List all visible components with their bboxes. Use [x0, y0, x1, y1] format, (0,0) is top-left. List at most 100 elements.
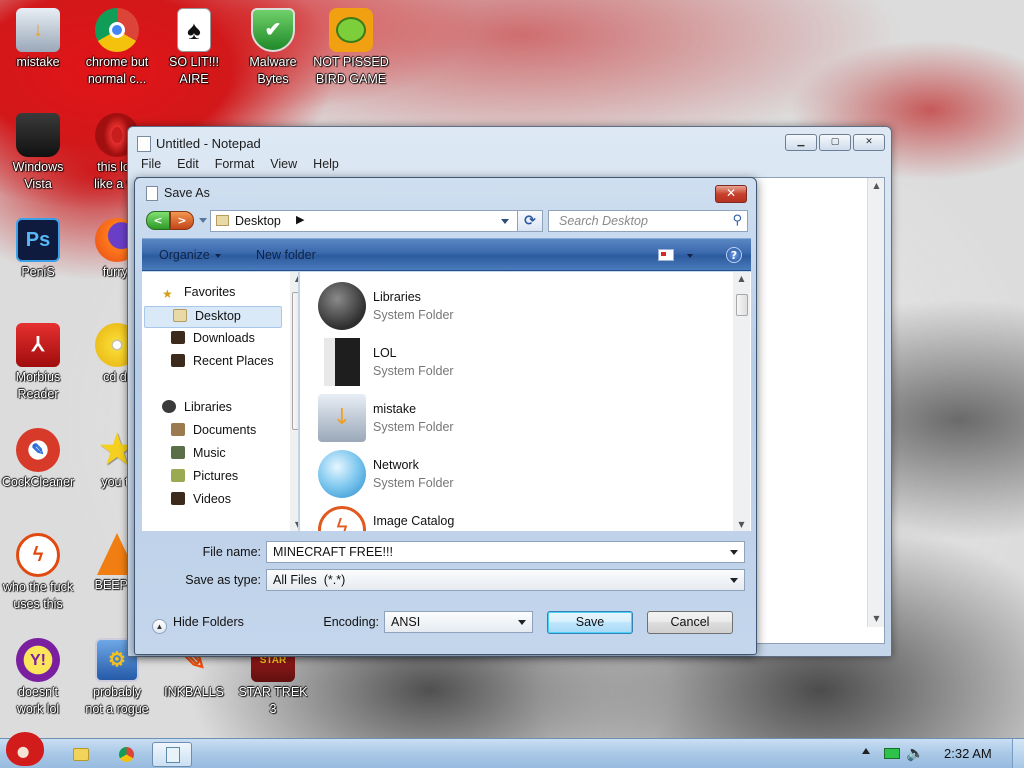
cancel-button[interactable]: Cancel — [647, 611, 733, 634]
desktop-icon-label: SO LIT!!! — [168, 55, 219, 69]
refresh-button[interactable]: ⟳ — [517, 210, 543, 232]
nav-item-videos[interactable]: Videos — [171, 492, 231, 512]
help-icon[interactable]: ? — [726, 247, 742, 263]
dialog-title: Save As — [164, 186, 210, 200]
desktop-icon-windows-vista[interactable]: Windows Vista — [0, 113, 79, 193]
show-desktop-button[interactable] — [1012, 739, 1024, 768]
nav-item-desktop[interactable]: Desktop — [144, 306, 282, 328]
menu-view[interactable]: View — [262, 157, 305, 171]
recent-locations-chevron-icon[interactable] — [199, 218, 207, 223]
desktop-icon-so-lit[interactable]: ♠ SO LIT!!! AIRE — [153, 8, 235, 88]
taskbar-explorer-button[interactable] — [60, 742, 100, 767]
desktop-icon-doesnt-work[interactable]: Y! doesn't work lol — [0, 638, 79, 718]
desktop-icon-cockcleaner[interactable]: ✎ CockCleaner — [0, 428, 79, 491]
new-folder-button[interactable]: New folder — [256, 248, 316, 262]
desktop-icon-who-uses-this[interactable]: ϟ who the fuck uses this — [0, 533, 79, 613]
save-as-type-select[interactable]: All Files (*.*) — [266, 569, 745, 591]
file-name-input[interactable]: MINECRAFT FREE!!! — [266, 541, 745, 563]
notepad-icon — [137, 136, 151, 152]
nav-libraries[interactable]: Libraries — [162, 400, 232, 420]
breadcrumb-arrow-icon[interactable]: ▶ — [296, 213, 304, 226]
nav-item-downloads[interactable]: Downloads — [171, 331, 255, 351]
chevron-down-icon[interactable] — [730, 578, 738, 583]
network-globe-icon — [318, 450, 366, 498]
scroll-down-arrow-icon[interactable]: ▼ — [290, 520, 298, 529]
lightning-bolt-icon: ϟ — [16, 533, 60, 577]
scroll-up-arrow-icon[interactable]: ▲ — [290, 274, 298, 283]
start-button[interactable] — [2, 730, 48, 768]
forward-button[interactable]: > — [170, 211, 194, 230]
dialog-close-button[interactable]: ✕ — [715, 185, 747, 203]
navigation-pane-scrollbar[interactable]: ▲ ▼ — [290, 272, 298, 531]
playing-cards-icon: ♠ — [177, 8, 211, 52]
volume-icon[interactable]: 🔈 — [906, 744, 925, 762]
file-item-libraries[interactable]: Libraries System Folder — [318, 282, 718, 336]
close-button[interactable]: ✕ — [853, 134, 885, 151]
nav-item-pictures[interactable]: Pictures — [171, 469, 238, 489]
chevron-down-icon[interactable] — [730, 550, 738, 555]
nav-favorites[interactable]: ★ Favorites — [162, 285, 235, 305]
desktop-icon-morbius-reader[interactable]: ⅄ Morbius Reader — [0, 323, 79, 403]
desktop-icon-chrome[interactable]: chrome but normal c... — [76, 8, 158, 88]
menu-format[interactable]: Format — [207, 157, 263, 171]
minimize-button[interactable]: ▁ — [785, 134, 817, 151]
clock[interactable]: 2:32 AM — [944, 746, 992, 761]
desktop-icon-label: who the fuck — [2, 580, 74, 594]
scroll-up-arrow-icon[interactable]: ▲ — [868, 178, 885, 194]
chevron-down-icon[interactable] — [518, 620, 526, 625]
search-box[interactable]: Search Desktop ⚲ — [548, 210, 748, 232]
file-item-lol[interactable]: LOL System Folder — [318, 338, 718, 392]
image-catalog-icon: ϟ — [318, 506, 366, 531]
search-icon[interactable]: ⚲ — [732, 213, 742, 228]
computer-icon: ↓ — [16, 8, 60, 52]
desktop-icon-label: doesn't — [18, 685, 58, 699]
downloads-folder-icon — [171, 331, 185, 344]
menu-help[interactable]: Help — [305, 157, 347, 171]
change-view-icon[interactable] — [658, 249, 674, 261]
taskbar-notepad-button[interactable] — [152, 742, 192, 767]
file-name-value: MINECRAFT FREE!!! — [273, 545, 393, 559]
save-button[interactable]: Save — [547, 611, 633, 634]
menu-edit[interactable]: Edit — [169, 157, 207, 171]
desktop-icon-malware-bytes[interactable]: ✔ Malware Bytes — [232, 8, 314, 88]
file-item-image-catalog[interactable]: ϟ Image Catalog — [318, 506, 718, 531]
desktop-icon-label: BIRD GAME — [315, 72, 387, 86]
desktop-icon-penis[interactable]: Ps PeniS — [0, 218, 79, 281]
file-item-mistake[interactable]: ↓ mistake System Folder — [318, 394, 718, 448]
scrollbar-thumb[interactable] — [292, 292, 298, 430]
chevron-up-icon: ▲ — [152, 619, 167, 634]
address-bar[interactable]: Desktop ▶ — [210, 210, 543, 232]
file-list-scrollbar[interactable]: ▲ ▼ — [733, 272, 750, 531]
back-button[interactable]: < — [146, 211, 170, 230]
yahoo-messenger-icon: Y! — [16, 638, 60, 682]
desktop-icon-not-pissed-bird[interactable]: NOT PISSED BIRD GAME — [310, 8, 392, 88]
window-controls: ▁ ▢ ✕ — [785, 134, 885, 151]
show-hidden-icons-chevron-icon[interactable] — [862, 748, 870, 754]
address-location[interactable]: Desktop — [235, 214, 281, 228]
view-options-chevron-icon[interactable] — [687, 254, 693, 258]
scrollbar-thumb[interactable] — [736, 294, 748, 316]
taskbar-chrome-button[interactable] — [106, 742, 146, 767]
nav-item-label: Videos — [193, 492, 231, 506]
hide-folders-button[interactable]: ▲ Hide Folders — [152, 615, 244, 634]
desktop-icon-label: CockCleaner — [1, 475, 75, 489]
hide-folders-label: Hide Folders — [173, 615, 244, 629]
scroll-down-arrow-icon[interactable]: ▼ — [868, 611, 885, 627]
scroll-up-arrow-icon[interactable]: ▲ — [733, 274, 750, 283]
organize-button[interactable]: Organize — [159, 248, 221, 262]
libraries-icon — [162, 400, 176, 413]
save-as-dialog[interactable]: Save As ✕ < > Desktop ▶ ⟳ Search Desktop… — [134, 177, 757, 655]
desktop-icon-mistake[interactable]: ↓ mistake — [0, 8, 79, 71]
address-dropdown-icon[interactable] — [501, 219, 509, 224]
file-item-network[interactable]: Network System Folder — [318, 450, 718, 504]
menu-file[interactable]: File — [133, 157, 169, 171]
nav-item-music[interactable]: Music — [171, 446, 226, 466]
encoding-select[interactable]: ANSI — [384, 611, 533, 633]
nav-item-recent-places[interactable]: Recent Places — [171, 354, 274, 374]
scroll-down-arrow-icon[interactable]: ▼ — [733, 520, 750, 529]
nav-item-documents[interactable]: Documents — [171, 423, 256, 443]
battery-icon[interactable] — [884, 748, 900, 759]
search-input[interactable]: Search Desktop — [559, 214, 648, 228]
maximize-button[interactable]: ▢ — [819, 134, 851, 151]
notepad-vertical-scrollbar[interactable]: ▲ ▼ — [867, 178, 884, 627]
